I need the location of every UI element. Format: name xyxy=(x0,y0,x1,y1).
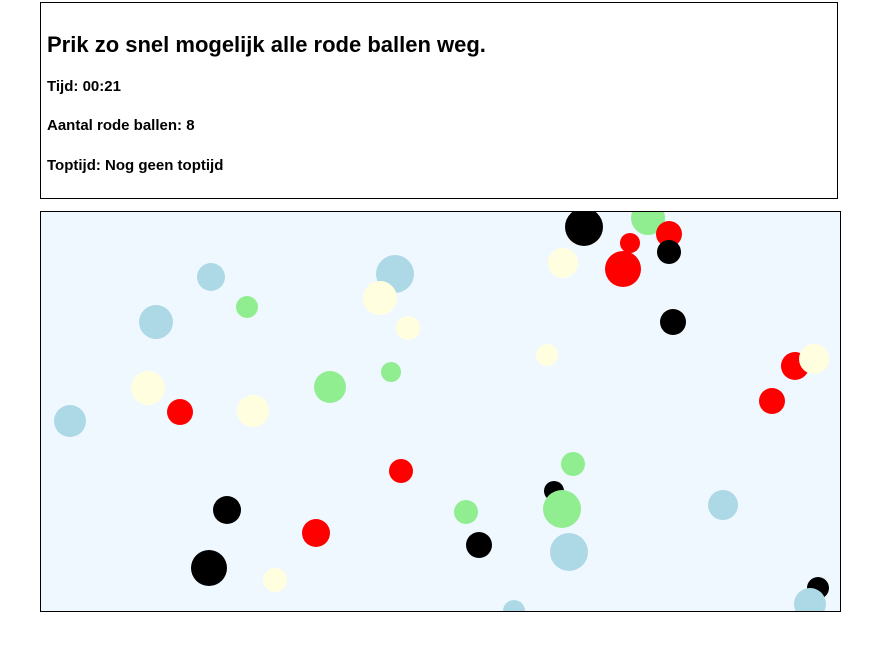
lightgreen-ball[interactable] xyxy=(543,490,581,528)
best-time-label: Toptijd: xyxy=(47,157,101,174)
playfield-canvas[interactable] xyxy=(41,212,841,612)
timer-label: Tijd: xyxy=(47,78,79,95)
lightgreen-ball[interactable] xyxy=(236,296,258,318)
black-ball[interactable] xyxy=(657,240,681,264)
best-time-value: Nog geen toptijd xyxy=(105,157,224,174)
timer-value: 00:21 xyxy=(82,78,121,95)
lightblue-ball[interactable] xyxy=(197,263,225,291)
lightyellow-ball[interactable] xyxy=(799,344,829,374)
info-panel: Prik zo snel mogelijk alle rode ballen w… xyxy=(40,2,838,199)
lightyellow-ball[interactable] xyxy=(536,344,558,366)
game-instructions-title: Prik zo snel mogelijk alle rode ballen w… xyxy=(47,32,486,57)
red-ball[interactable] xyxy=(167,399,193,425)
best-time-readout: Toptijd: Nog geen toptijd xyxy=(47,157,223,175)
lightgreen-ball[interactable] xyxy=(314,371,346,403)
black-ball[interactable] xyxy=(660,309,686,335)
lightblue-ball[interactable] xyxy=(139,305,173,339)
lightyellow-ball[interactable] xyxy=(548,248,578,278)
game-playfield[interactable] xyxy=(40,211,841,612)
black-ball[interactable] xyxy=(466,532,492,558)
red-ball-counter: Aantal rode ballen: 8 xyxy=(47,117,195,135)
lightgreen-ball[interactable] xyxy=(454,500,478,524)
black-ball[interactable] xyxy=(191,550,227,586)
red-ball-count-value: 8 xyxy=(186,117,195,134)
red-ball[interactable] xyxy=(389,459,413,483)
lightyellow-ball[interactable] xyxy=(363,281,397,315)
lightyellow-ball[interactable] xyxy=(396,316,420,340)
lightblue-ball[interactable] xyxy=(708,490,738,520)
lightgreen-ball[interactable] xyxy=(381,362,401,382)
red-ball[interactable] xyxy=(302,519,330,547)
playfield-background xyxy=(41,212,840,611)
black-ball[interactable] xyxy=(213,496,241,524)
lightblue-ball[interactable] xyxy=(54,405,86,437)
red-ball-count-label: Aantal rode ballen: xyxy=(47,117,183,134)
lightgreen-ball[interactable] xyxy=(561,452,585,476)
timer-readout: Tijd: 00:21 xyxy=(47,78,121,96)
lightblue-ball[interactable] xyxy=(550,533,588,571)
red-ball[interactable] xyxy=(620,233,640,253)
red-ball[interactable] xyxy=(759,388,785,414)
lightyellow-ball[interactable] xyxy=(237,395,269,427)
lightyellow-ball[interactable] xyxy=(263,568,287,592)
lightyellow-ball[interactable] xyxy=(131,371,165,405)
red-ball[interactable] xyxy=(605,251,641,287)
